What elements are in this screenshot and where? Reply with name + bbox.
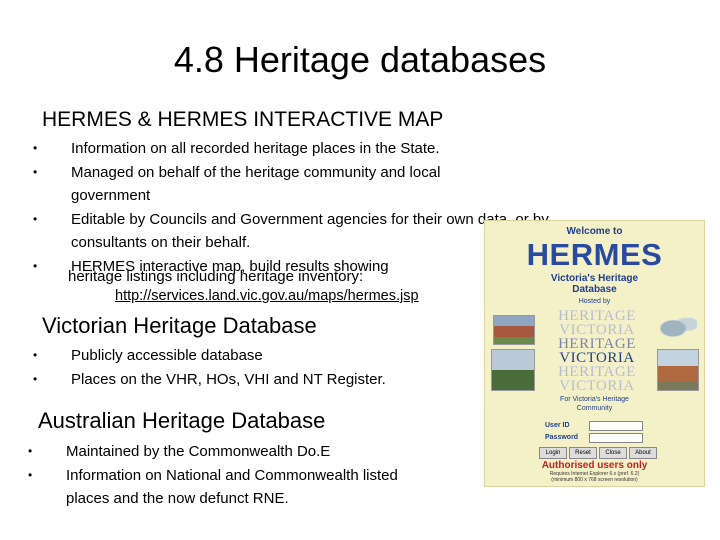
bullet-dot: • [33, 141, 38, 155]
hermes-bullet-list: • Information on all recorded heritage pl… [33, 137, 549, 278]
hermes-bullet-1: • Information on all recorded heritage pl… [33, 137, 491, 161]
bullet-text: Maintained by the Commonwealth Do.E [66, 443, 331, 460]
victorian-bullet-1: • Publicly accessible database [33, 344, 471, 368]
hermes-subtitle: Victoria's Heritage [550, 273, 639, 284]
password-field[interactable] [589, 433, 643, 443]
bullet-text: consultants on their behalf. [71, 234, 251, 251]
australian-bullet-2: • Information on National and Commonwealt… [28, 464, 466, 488]
close-button[interactable]: Close [599, 447, 627, 459]
bullet-dot: • [28, 467, 33, 482]
bullet-text: places and the now defunct RNE. [66, 490, 289, 507]
bullet-text: Managed on behalf of the heritage commun… [71, 163, 441, 205]
house-photo [657, 349, 699, 391]
australian-bullet-list: • Maintained by the Commonwealth Do.E • In… [28, 440, 466, 511]
section-heading-hermes: HERMES & HERMES INTERACTIVE MAP [42, 108, 444, 131]
bullet-dot: • [28, 444, 33, 458]
victorian-bullet-list: • Publicly accessible database • Places on… [33, 344, 471, 392]
palm-trees-photo [491, 349, 535, 391]
section-heading-australian: Australian Heritage Database [38, 408, 326, 433]
heritage-victoria-word: VICTORIA [559, 378, 635, 394]
heritage-victoria-word: HERITAGE [558, 308, 636, 324]
community-text-2: Community [576, 405, 613, 412]
hermes-map-link[interactable]: http://services.land.vic.gov.au/maps/her… [115, 286, 419, 306]
australian-bullet-2-cont: places and the now defunct RNE. [66, 487, 466, 511]
user-id-label: User ID [545, 422, 570, 429]
heritage-victoria-word: VICTORIA [559, 322, 635, 338]
artefacts-photo [657, 313, 697, 341]
bullet-text: Places on the VHR, HOs, VHI and NT Regis… [71, 370, 386, 388]
bullet-dot: • [33, 348, 38, 362]
reset-button[interactable]: Reset [569, 447, 597, 459]
hermes-bullet-2: • Managed on behalf of the heritage commu… [33, 161, 491, 208]
heritage-victoria-word: HERITAGE [558, 336, 636, 352]
heritage-victoria-word: HERITAGE [558, 364, 636, 380]
hermes-bullet-3: • Editable by Councils and Government age… [33, 208, 549, 232]
bullet-text: Editable by Councils and Government agen… [71, 210, 549, 228]
bullet-text: Information on all recorded heritage pla… [71, 140, 440, 157]
bullet-dot: • [33, 211, 38, 226]
hermes-bullet-4-cont: heritage listings including heritage inv… [68, 268, 364, 285]
password-label: Password [545, 434, 579, 441]
bullet-dot: • [33, 258, 38, 273]
hermes-bullet-3-cont: consultants on their behalf. [71, 231, 491, 255]
slide-title: 4.8 Heritage databases [173, 39, 547, 80]
user-id-field[interactable] [589, 421, 643, 431]
section-heading-victorian: Victorian Heritage Database [42, 313, 317, 338]
bullet-dot: • [33, 164, 38, 179]
building-photo [493, 315, 535, 345]
hermes-welcome-image: Welcome to HERMES Victoria's Heritage Da… [484, 220, 705, 487]
hermes-logo: HERMES [526, 237, 663, 272]
hosted-by-label: Hosted by [578, 298, 611, 305]
community-text: For Victoria's Heritage [560, 396, 629, 403]
hermes-subtitle-2: Database [572, 284, 617, 295]
victorian-bullet-2: • Places on the VHR, HOs, VHI and NT Regi… [33, 368, 471, 392]
about-button[interactable]: About [629, 447, 657, 459]
login-button[interactable]: Login [539, 447, 567, 459]
bullet-text: Information on National and Commonwealth… [66, 466, 398, 484]
australian-bullet-1: • Maintained by the Commonwealth Do.E [28, 440, 466, 464]
hermes-welcome-text: Welcome to [566, 226, 623, 237]
authorised-users-notice: Authorised users only [541, 460, 648, 471]
resolution-requirement: (minimum 800 x 768 screen resolution) [551, 477, 638, 483]
bullet-text: Publicly accessible database [71, 347, 263, 364]
bullet-dot: • [33, 371, 38, 386]
heritage-victoria-word: VICTORIA [559, 350, 635, 366]
